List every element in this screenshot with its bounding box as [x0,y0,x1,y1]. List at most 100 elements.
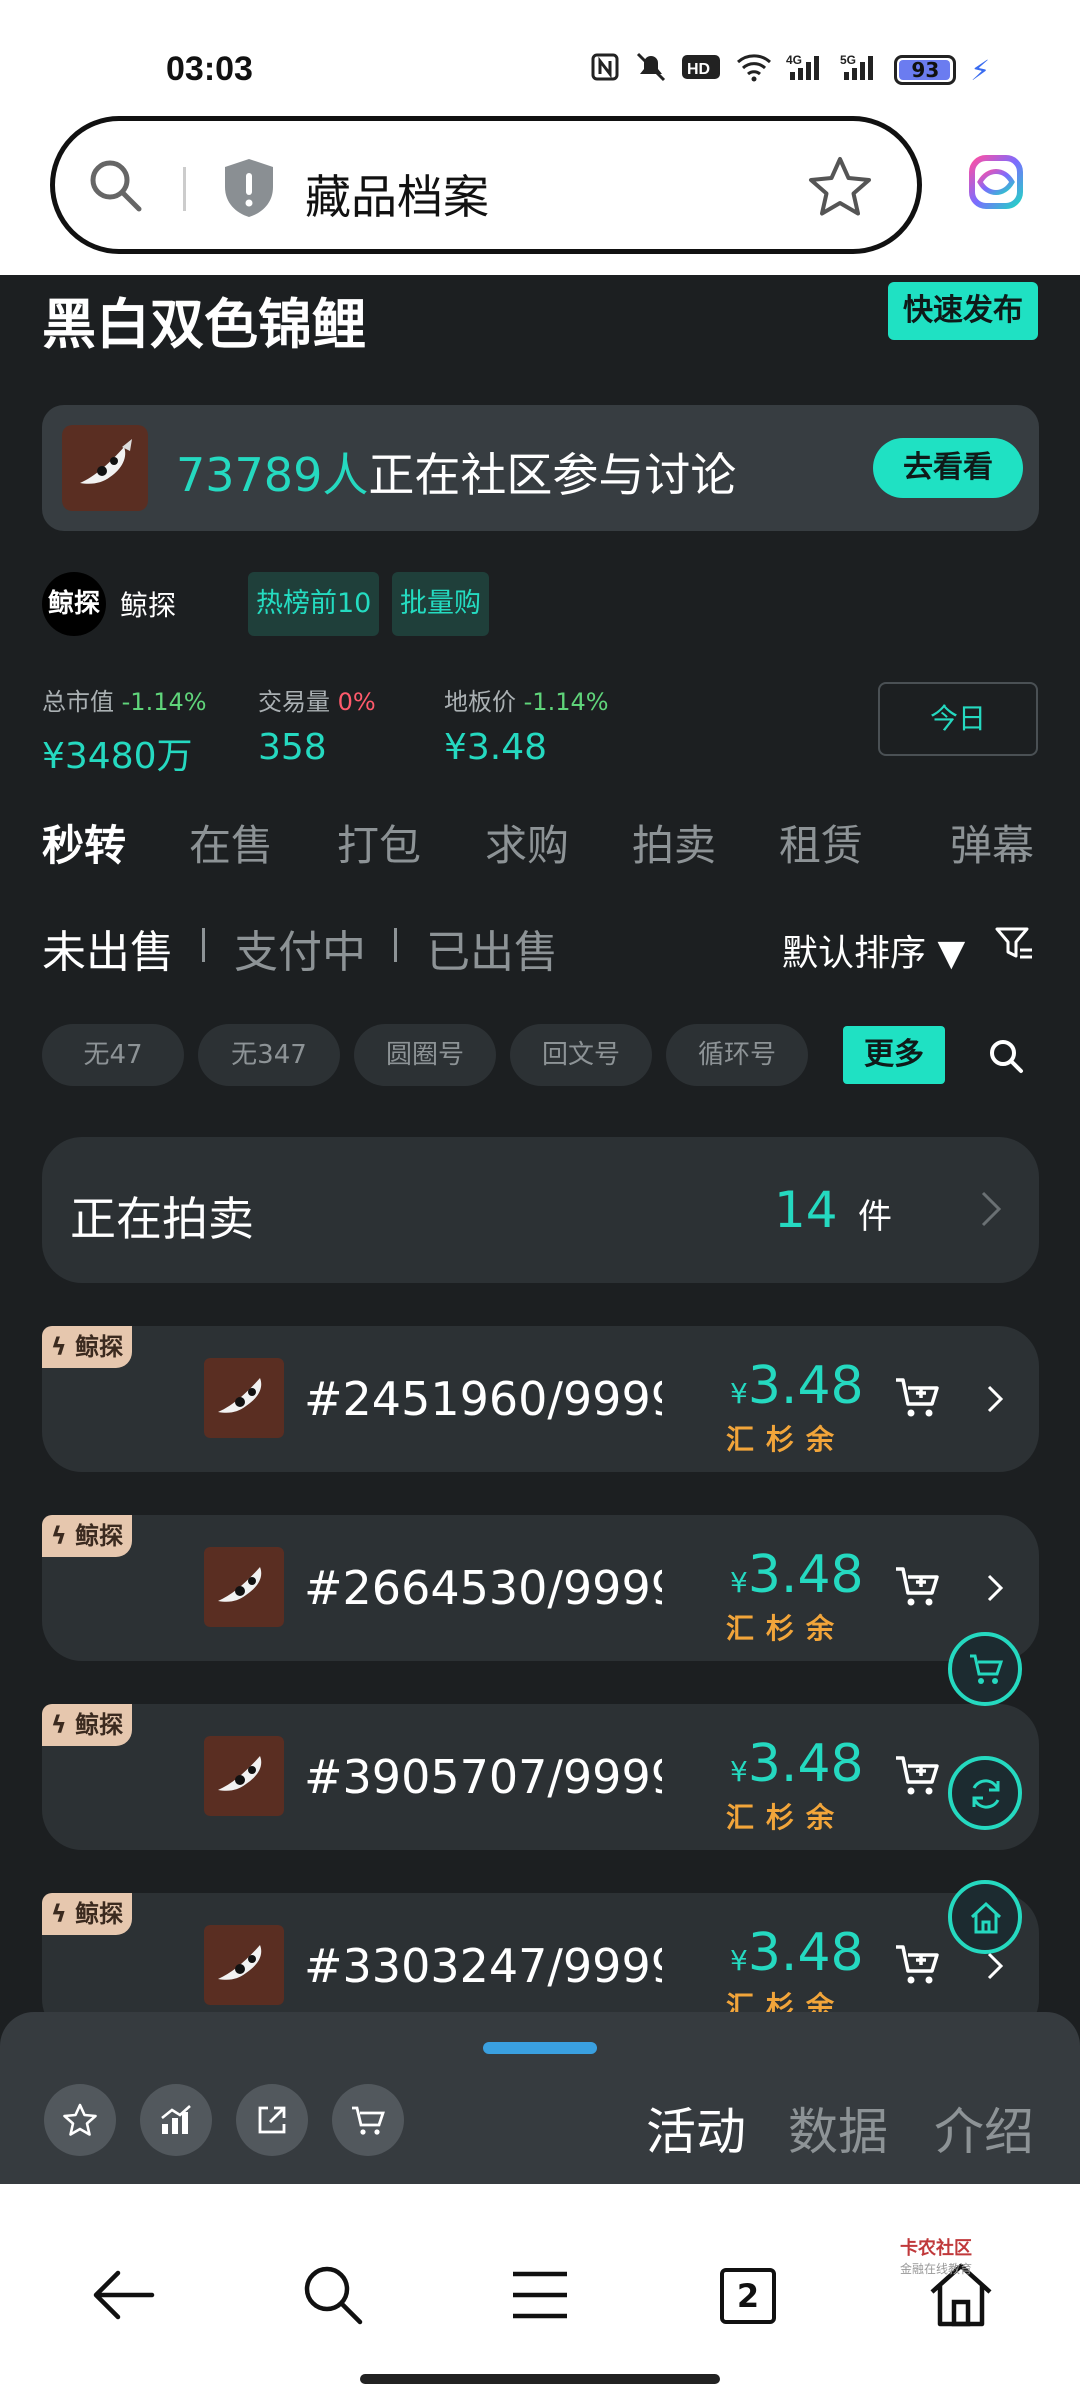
trend-chart-button[interactable] [140,2084,212,2156]
tab-bundle[interactable]: 打包 [337,812,421,873]
star-icon[interactable] [807,155,873,219]
chip-no-347[interactable]: 无347 [198,1024,340,1086]
platform-name: 鲸探 [75,1900,124,1928]
subtab-unsold[interactable]: 未出售 [42,916,174,980]
filter-icon[interactable] [994,924,1034,964]
period-selector[interactable]: 今日 [878,682,1038,756]
chip-palindrome-number[interactable]: 回文号 [510,1024,652,1086]
share-button[interactable] [236,2084,308,2156]
bottom-action-sheet: 活动 数据 介绍 [0,2012,1080,2184]
search-icon[interactable] [988,1038,1024,1074]
list-item[interactable]: ϟ 鲸探 #2451960/9999 ¥3.48 汇杉余 [42,1326,1039,1472]
home-icon [970,1901,1002,1934]
cart-icon [970,1654,1004,1684]
search-icon[interactable] [85,155,145,215]
stat-label: 交易量 [258,688,330,716]
chevron-right-icon [987,1385,1004,1413]
sort-dropdown[interactable]: 默认排序 ▼ [782,924,965,976]
koi-thumbnail [204,1925,284,2005]
search-icon[interactable] [298,2260,368,2330]
community-banner[interactable]: 73789人正在社区参与讨论 去看看 [42,405,1039,531]
chip-cycle-number[interactable]: 循环号 [666,1024,808,1086]
serial-number: #3303247/9999 [304,1939,662,1993]
tag-hot-top10[interactable]: 热榜前10 [248,572,380,636]
more-filters-button[interactable]: 更多 [843,1026,945,1084]
currency-symbol: ¥ [730,1566,748,1599]
add-to-cart-icon[interactable] [894,1754,942,1798]
payment-methods: 汇杉余 [726,1612,847,1645]
wifi-icon [736,52,772,88]
platform-badge: ϟ 鲸探 [42,1326,132,1368]
charging-icon: ⚡ [970,53,990,87]
svg-text:HD: HD [687,61,710,78]
tab-danmaku[interactable]: 弹幕 [950,812,1034,873]
tab-wanted[interactable]: 求购 [485,812,569,873]
home-indicator[interactable] [360,2374,720,2384]
currency-symbol: ¥ [730,1944,748,1977]
chip-no-47[interactable]: 无47 [42,1024,184,1086]
svg-text:5G: 5G [840,53,856,67]
issuer[interactable]: 鲸探 鲸探 [42,572,176,636]
platform-name: 鲸探 [75,1333,124,1361]
status-time: 03:03 [166,50,253,88]
tab-rental[interactable]: 租赁 [779,812,863,873]
platform-badge: ϟ 鲸探 [42,1515,132,1557]
divider [394,928,397,962]
back-arrow-icon[interactable] [88,2260,158,2330]
floating-cart-button[interactable] [948,1632,1022,1706]
stat-value: ¥3.48 [444,727,548,768]
tag-bulk-buy[interactable]: 批量购 [392,572,489,636]
divider [202,928,205,962]
drag-handle[interactable] [483,2042,597,2054]
battery-level: 93 [911,58,940,82]
browser-bottom-nav: 2 卡农社区 金融在线教育 [0,2184,1080,2400]
tab-instant-transfer[interactable]: 秒转 [42,812,126,873]
address-bar[interactable]: 藏品档案 [50,116,922,254]
auction-unit: 件 [858,1197,892,1237]
tab-on-sale[interactable]: 在售 [189,812,273,873]
list-item[interactable]: ϟ 鲸探 #3905707/9999 ¥3.48 汇杉余 [42,1704,1039,1850]
auction-bar[interactable]: 正在拍卖 14 件 [42,1137,1039,1283]
main-tabs: 秒转 在售 打包 求购 拍卖 租赁 弹幕 [42,812,1042,876]
tab-intro[interactable]: 介绍 [934,2092,1034,2164]
cart-button[interactable] [332,2084,404,2156]
app-logo-icon[interactable] [966,152,1026,212]
cart-icon [352,2106,385,2135]
stat-change: 0% [337,688,376,716]
auction-count: 14 [774,1181,838,1239]
price: ¥3.48 [730,1923,864,1983]
banner-text: 73789人正在社区参与讨论 [176,439,736,505]
favorite-button[interactable] [44,2084,116,2156]
tab-activity[interactable]: 活动 [646,2092,746,2164]
tab-switcher-button[interactable]: 2 [720,2268,776,2324]
signal-5g-icon: 5G [840,52,880,88]
floating-refresh-button[interactable] [948,1756,1022,1830]
subtab-sold[interactable]: 已出售 [426,916,558,980]
add-to-cart-icon[interactable] [894,1565,942,1609]
battery-icon: 93 [894,55,957,85]
subtab-paying[interactable]: 支付中 [234,916,366,980]
watermark-sub: 金融在线教育 [900,2262,973,2276]
shield-icon[interactable] [221,157,277,219]
floating-home-button[interactable] [948,1880,1022,1954]
add-to-cart-icon[interactable] [894,1943,942,1987]
divider [183,167,186,211]
chip-circle-number[interactable]: 圆圈号 [354,1024,496,1086]
stat-volume: 交易量 0% 358 [258,682,376,768]
serial-number: #2664530/9999 [304,1561,662,1615]
issuer-name: 鲸探 [120,589,177,622]
tab-data[interactable]: 数据 [788,2092,888,2164]
list-item[interactable]: ϟ 鲸探 #2664530/9999 ¥3.48 汇杉余 [42,1515,1039,1661]
quick-publish-button[interactable]: 快速发布 [888,282,1038,340]
go-see-button[interactable]: 去看看 [873,438,1023,498]
discussion-count: 73789人 [176,448,369,502]
price-value: 3.48 [747,1545,864,1605]
share-icon [258,2106,286,2134]
stat-floor-price: 地板价 -1.14% ¥3.48 [444,682,609,768]
add-to-cart-icon[interactable] [894,1376,942,1420]
menu-icon[interactable] [505,2260,575,2330]
mute-icon [634,52,668,88]
hd-icon: HD [682,53,722,87]
tab-auction[interactable]: 拍卖 [632,812,716,873]
star-icon [63,2103,97,2136]
